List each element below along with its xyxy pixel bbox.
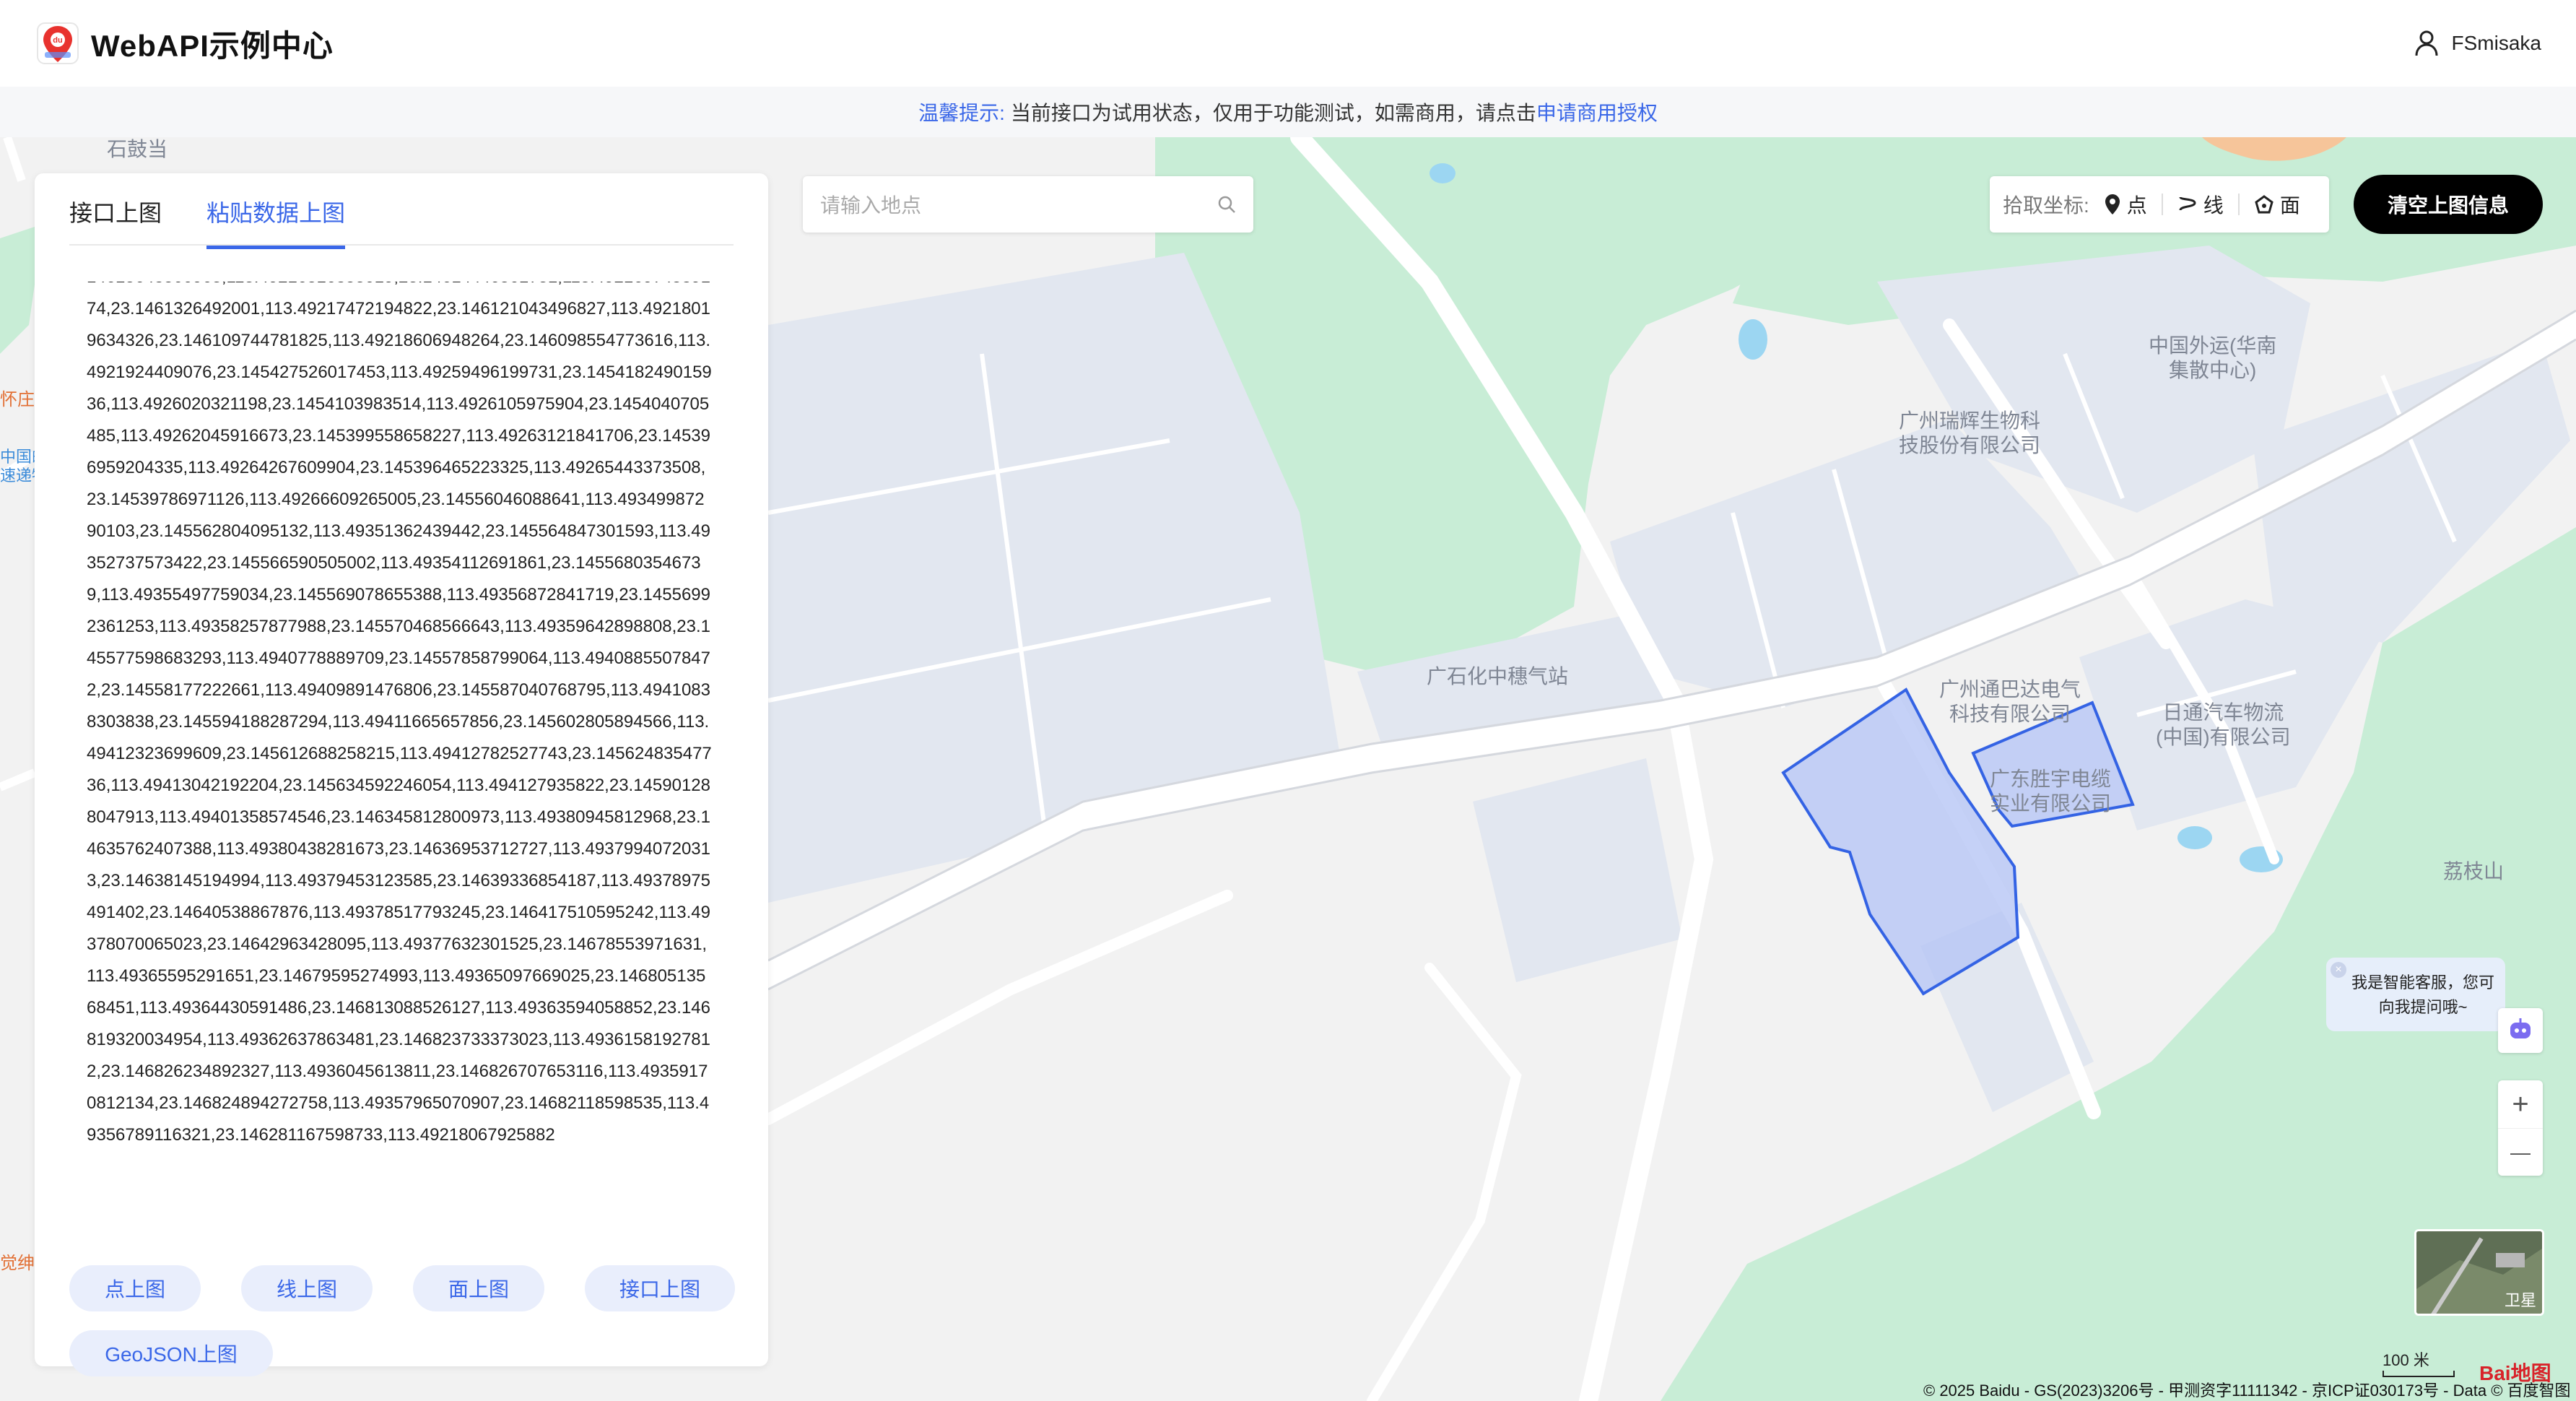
tabs-divider — [69, 244, 734, 246]
map-label-shengyu: 广东胜宇电缆 实业有限公司 — [1990, 768, 2112, 815]
search-icon[interactable] — [1217, 195, 1236, 214]
user-icon — [2415, 30, 2438, 56]
line-plot-button[interactable]: 线上图 — [241, 1265, 373, 1311]
map-label-shigudang: 石鼓当 — [107, 138, 168, 160]
scale-bar — [2383, 1371, 2455, 1377]
pick-point-label: 点 — [2126, 194, 2147, 217]
copyright-text: © 2025 Baidu - GS(2023)3206号 - 甲测资字11111… — [1923, 1382, 2571, 1400]
tab-paste-data-plot[interactable]: 粘贴数据上图 — [206, 195, 346, 249]
zoom-in-button[interactable]: + — [2498, 1080, 2543, 1128]
satellite-label: 卫星 — [2504, 1291, 2536, 1309]
ai-assistant-bubble[interactable]: × 我是智能客服，您可向我提问哦~ — [2326, 958, 2505, 1031]
map-label-zhongwaiyun: 中国外运(华南 集散中心) — [2149, 334, 2277, 381]
notice-lead: 温馨提示: — [918, 102, 1005, 124]
pick-line-label: 线 — [2203, 194, 2224, 217]
notice-text: 当前接口为试用状态，仅用于功能测试，如需商用，请点击 — [1010, 102, 1536, 124]
pick-polygon-option[interactable]: 面 — [2254, 190, 2300, 219]
polygon-icon — [2255, 195, 2273, 214]
geojson-plot-button[interactable]: GeoJSON上图 — [69, 1330, 273, 1376]
clear-map-button[interactable]: 清空上图信息 — [2354, 175, 2543, 234]
map-label-juechen: 觉绅 — [0, 1254, 35, 1273]
polyline-icon — [2179, 196, 2196, 211]
user-menu[interactable]: FSmisaka — [2414, 30, 2541, 57]
zoom-control: + — — [2498, 1080, 2543, 1176]
map-label-tongbada: 广州通巴达电气 科技有限公司 — [1939, 678, 2081, 725]
api-plot-button[interactable]: 接口上图 — [585, 1265, 735, 1311]
apply-license-link[interactable]: 申请商用授权 — [1536, 97, 1658, 126]
panel-tabs: 接口上图 粘贴数据上图 — [69, 195, 346, 249]
robot-icon — [2510, 1018, 2531, 1038]
location-pin-icon — [2105, 194, 2120, 214]
picker-separator — [2161, 194, 2163, 215]
assistant-robot-button[interactable] — [2498, 1008, 2543, 1053]
zoom-out-button[interactable]: — — [2498, 1128, 2543, 1176]
geojson-button-row: GeoJSON上图 — [69, 1330, 273, 1376]
plot-button-row: 点上图 线上图 面上图 接口上图 — [69, 1265, 735, 1311]
brand[interactable]: du WebAPI示例中心 — [35, 20, 334, 66]
map-scale: 100 米 — [2383, 1348, 2455, 1378]
scale-label: 100 米 — [2383, 1351, 2429, 1369]
close-icon[interactable]: × — [2331, 962, 2346, 978]
chat-text: 我是智能客服，您可向我提问哦~ — [2351, 973, 2494, 1016]
pick-point-option[interactable]: 点 — [2104, 190, 2147, 219]
picker-label: 拾取坐标: — [2003, 194, 2089, 217]
map-label-ruihui: 广州瑞辉生物科 技股份有限公司 — [1899, 409, 2041, 456]
map-label-guangshihua: 广石化中穗气站 — [1427, 665, 1569, 688]
svg-text:du: du — [53, 36, 62, 45]
notice-bar: 温馨提示: 当前接口为试用状态，仅用于功能测试，如需商用，请点击 申请商用授权 — [0, 87, 2576, 137]
data-textarea[interactable]: 14615648500963,113.49216516853019,23.146… — [35, 282, 735, 1249]
polygon-plot-button[interactable]: 面上图 — [413, 1265, 544, 1311]
top-header: du WebAPI示例中心 FSmisaka — [0, 0, 2576, 87]
pick-line-option[interactable]: 线 — [2177, 190, 2224, 219]
data-panel: 接口上图 粘贴数据上图 14615648500963,113.492165168… — [35, 173, 768, 1376]
user-name: FSmisaka — [2451, 32, 2541, 54]
map-label-huaizhuang: 怀庄 — [0, 390, 35, 409]
app-title: WebAPI示例中心 — [91, 28, 334, 63]
search-placeholder: 请输入地点 — [820, 194, 922, 217]
data-text: 14615648500963,113.49216516853019,23.146… — [87, 282, 712, 1145]
coordinate-picker: 拾取坐标: 点 线 面 — [1990, 176, 2329, 233]
pick-polygon-label: 面 — [2279, 194, 2300, 217]
point-plot-button[interactable]: 点上图 — [69, 1265, 201, 1311]
baidu-map-logo-icon: du — [37, 22, 79, 64]
map-label-lizhishan: 荔枝山 — [2443, 860, 2505, 882]
place-search[interactable]: 请输入地点 — [803, 176, 1253, 233]
tab-api-plot[interactable]: 接口上图 — [69, 195, 162, 249]
map-label-nittsu: 日通汽车物流 (中国)有限公司 — [2156, 701, 2291, 748]
picker-separator — [2237, 194, 2240, 215]
satellite-toggle[interactable]: 卫星 — [2414, 1229, 2544, 1316]
